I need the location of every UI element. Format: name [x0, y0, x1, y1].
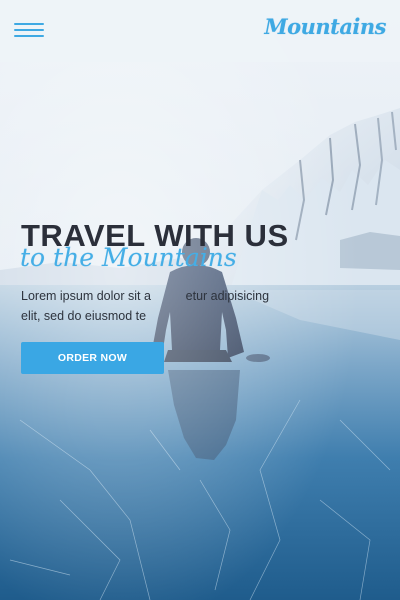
page: Mountains TRAVEL WITH US to the Mountain… — [0, 0, 400, 600]
hamburger-menu-icon[interactable] — [14, 19, 44, 41]
logo-text: Mountains — [264, 14, 386, 39]
order-now-button[interactable]: ORDER NOW — [21, 342, 164, 374]
hero-description-line: Lorem ipsum dolor sit a etur adipisicing — [21, 289, 270, 303]
menu-line — [14, 35, 44, 37]
menu-line — [14, 23, 44, 25]
hero-description-line: elit, sed do eiusmod te — [21, 309, 147, 323]
hero-description: Lorem ipsum dolor sit a etur adipisicing… — [21, 286, 361, 326]
site-logo[interactable]: Mountains — [264, 14, 386, 44]
top-header: Mountains — [0, 0, 400, 62]
hero-script-subtitle: to the Mountains — [20, 243, 237, 272]
menu-line — [14, 29, 44, 31]
